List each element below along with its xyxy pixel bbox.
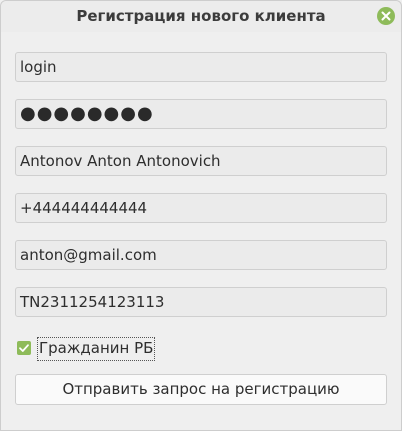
close-icon [381, 11, 391, 21]
check-icon [19, 344, 29, 352]
registration-window: Регистрация нового клиента login ●●●●●●●… [0, 0, 402, 431]
window-title: Регистрация нового клиента [76, 7, 326, 25]
full-name-input[interactable]: Antonov Anton Antonovich [15, 146, 387, 176]
phone-input[interactable]: +444444444444 [15, 193, 387, 223]
passport-input[interactable]: TN2311254123113 [15, 287, 387, 317]
email-input[interactable]: anton@gmail.com [15, 240, 387, 270]
password-input[interactable]: ●●●●●●●● [15, 99, 387, 129]
submit-registration-button[interactable]: Отправить запрос на регистрацию [15, 374, 387, 405]
close-button[interactable] [377, 7, 395, 25]
citizen-checkbox-label[interactable]: Гражданин РБ [37, 337, 156, 361]
login-input[interactable]: login [15, 52, 387, 82]
citizen-checkbox-row[interactable]: Гражданин РБ [17, 337, 217, 361]
title-bar: Регистрация нового клиента [1, 1, 401, 32]
citizen-checkbox[interactable] [17, 341, 31, 355]
